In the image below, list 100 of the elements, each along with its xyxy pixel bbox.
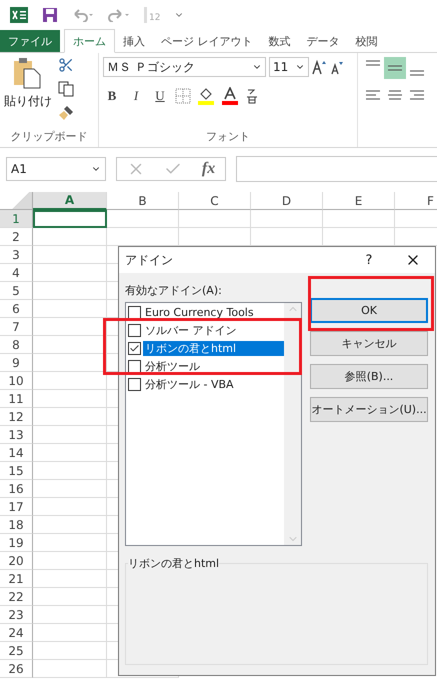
checkbox[interactable] <box>128 324 141 336</box>
sheet-cell[interactable] <box>33 660 107 678</box>
bold-button[interactable]: B <box>103 88 121 104</box>
sheet-cell[interactable] <box>251 210 323 228</box>
shrink-font-icon[interactable] <box>331 59 345 75</box>
undo-icon[interactable] <box>72 8 94 22</box>
sheet-cell[interactable] <box>33 246 107 264</box>
dialog-button[interactable]: キャンセル <box>310 331 428 356</box>
sheet-cell[interactable] <box>33 534 107 552</box>
grow-font-icon[interactable] <box>312 59 328 75</box>
addin-item[interactable]: ソルバー アドイン <box>143 322 238 338</box>
italic-button[interactable]: I <box>127 88 145 104</box>
save-icon[interactable] <box>42 7 58 23</box>
checkbox[interactable] <box>128 306 141 318</box>
row-header[interactable]: 26 <box>0 660 33 678</box>
sheet-cell[interactable] <box>33 336 107 354</box>
dialog-button[interactable]: オートメーション(U)... <box>310 397 428 422</box>
sheet-cell[interactable] <box>33 462 107 480</box>
sheet-cell[interactable] <box>33 228 107 246</box>
font-color-icon[interactable] <box>221 87 239 105</box>
select-all-corner[interactable] <box>0 192 33 210</box>
row-header[interactable]: 20 <box>0 552 33 570</box>
row-header[interactable]: 16 <box>0 480 33 498</box>
row-header[interactable]: 13 <box>0 426 33 444</box>
row-header[interactable]: 11 <box>0 390 33 408</box>
font-size-dropdown[interactable]: 11 <box>269 57 309 77</box>
paste-label[interactable]: 貼り付け <box>4 93 52 110</box>
sheet-cell[interactable] <box>33 444 107 462</box>
row-header[interactable]: 25 <box>0 642 33 660</box>
row-header[interactable]: 15 <box>0 462 33 480</box>
row-header[interactable]: 4 <box>0 264 33 282</box>
underline-button[interactable]: U <box>151 88 169 104</box>
row-header[interactable]: 2 <box>0 228 33 246</box>
addin-item[interactable]: 分析ツール <box>143 358 202 374</box>
ribbon-tab[interactable]: ホーム <box>64 29 115 53</box>
row-header[interactable]: 6 <box>0 300 33 318</box>
row-header[interactable]: 24 <box>0 624 33 642</box>
dialog-button[interactable]: 参照(B)... <box>310 364 428 389</box>
fill-color-icon[interactable] <box>197 87 215 105</box>
file-tab[interactable]: ファイル <box>0 30 60 52</box>
ribbon-tab[interactable]: データ <box>298 30 348 52</box>
insert-function-button[interactable]: fx <box>202 160 216 178</box>
formula-field[interactable] <box>236 156 437 182</box>
sheet-cell[interactable] <box>33 426 107 444</box>
addin-list[interactable]: Euro Currency Tools ソルバー アドイン リボンの君とhtml 分析ツール 分析ツール - VBA <box>125 302 302 546</box>
row-header[interactable]: 1 <box>0 210 33 228</box>
sheet-cell[interactable] <box>33 318 107 336</box>
sheet-cell[interactable] <box>33 390 107 408</box>
row-header[interactable]: 14 <box>0 444 33 462</box>
sheet-cell[interactable] <box>33 264 107 282</box>
row-header[interactable]: 8 <box>0 336 33 354</box>
help-button[interactable]: ? <box>347 252 391 268</box>
sheet-cell[interactable] <box>33 300 107 318</box>
row-header[interactable]: 12 <box>0 408 33 426</box>
checkbox[interactable] <box>128 360 141 372</box>
row-header[interactable]: 19 <box>0 534 33 552</box>
excel-logo-icon[interactable] <box>10 7 28 23</box>
copy-icon[interactable] <box>58 81 74 97</box>
ribbon-tab[interactable]: 校閲 <box>348 30 386 52</box>
column-header[interactable]: D <box>251 192 323 210</box>
sheet-cell[interactable] <box>33 606 107 624</box>
row-header[interactable]: 9 <box>0 354 33 372</box>
sheet-cell[interactable] <box>33 570 107 588</box>
sheet-cell[interactable] <box>33 498 107 516</box>
phonetic-icon[interactable] <box>245 88 259 104</box>
sheet-cell[interactable] <box>323 210 395 228</box>
addin-item[interactable]: リボンの君とhtml <box>143 340 284 356</box>
row-header[interactable]: 23 <box>0 606 33 624</box>
sheet-cell[interactable] <box>33 642 107 660</box>
sheet-cell[interactable] <box>33 516 107 534</box>
sheet-cell[interactable] <box>179 210 251 228</box>
sheet-cell[interactable] <box>33 480 107 498</box>
ribbon-tab[interactable]: 数式 <box>260 30 298 52</box>
sheet-cell[interactable] <box>33 552 107 570</box>
column-header[interactable]: A <box>33 192 107 210</box>
name-box[interactable]: A1 <box>6 157 106 181</box>
column-header[interactable]: B <box>107 192 179 210</box>
row-header[interactable]: 21 <box>0 570 33 588</box>
checkbox[interactable] <box>128 342 141 354</box>
dialog-button[interactable]: OK <box>310 298 428 323</box>
ribbon-tab[interactable]: ページ レイアウト <box>153 30 260 52</box>
sheet-cell[interactable] <box>33 588 107 606</box>
row-header[interactable]: 10 <box>0 372 33 390</box>
format-painter-icon[interactable] <box>58 105 74 121</box>
row-header[interactable]: 5 <box>0 282 33 300</box>
active-cell[interactable] <box>33 210 107 228</box>
addin-item[interactable]: Euro Currency Tools <box>143 306 256 318</box>
sheet-cell[interactable] <box>33 408 107 426</box>
sheet-cell[interactable] <box>33 354 107 372</box>
sheet-cell[interactable] <box>33 624 107 642</box>
column-header[interactable]: C <box>179 192 251 210</box>
ribbon-tab[interactable]: 挿入 <box>115 30 153 52</box>
row-header[interactable]: 17 <box>0 498 33 516</box>
row-header[interactable]: 7 <box>0 318 33 336</box>
row-header[interactable]: 3 <box>0 246 33 264</box>
column-header[interactable]: E <box>323 192 395 210</box>
addin-item[interactable]: 分析ツール - VBA <box>143 376 236 392</box>
font-name-dropdown[interactable]: ＭＳ Ｐゴシック <box>103 57 266 77</box>
row-header[interactable]: 22 <box>0 588 33 606</box>
checkbox[interactable] <box>128 378 141 390</box>
